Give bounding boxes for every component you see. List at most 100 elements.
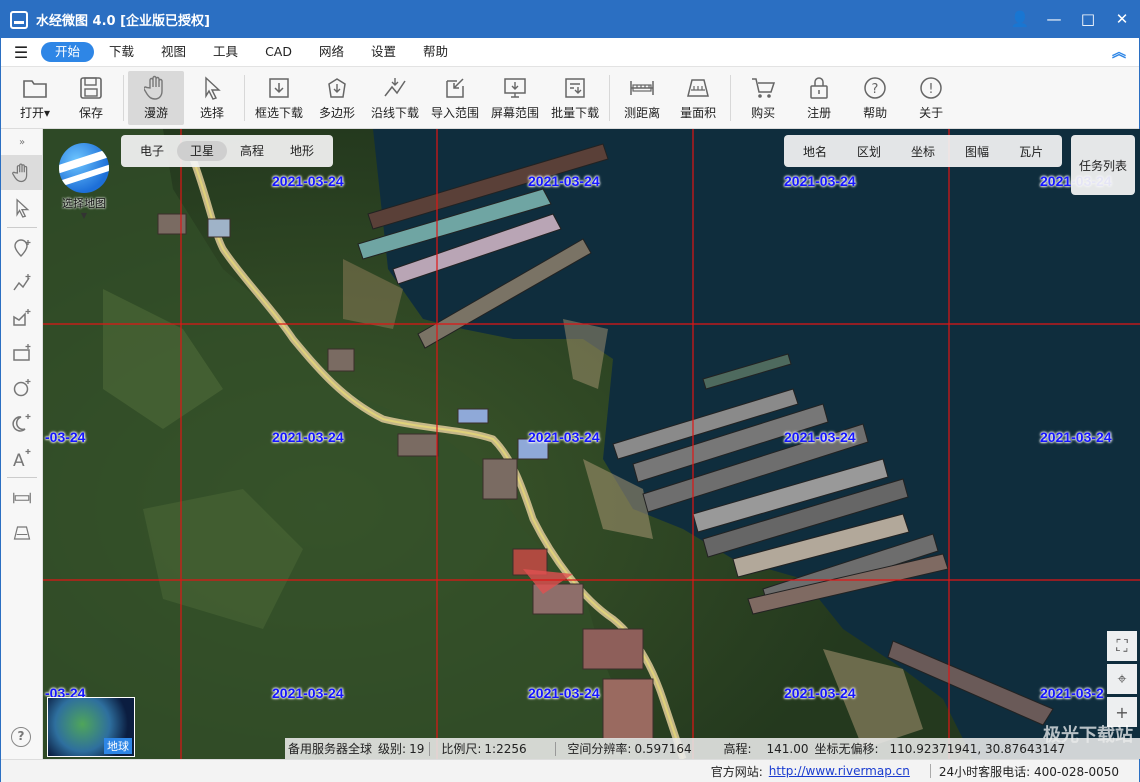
rect-download-button[interactable]: 框选下载 [249,71,309,125]
coord-label: 坐标无偏移: [814,742,879,756]
phone-text: 24小时客服电话: 400-028-0050 [938,764,1119,779]
help-icon: ? [862,75,888,101]
expand-sidebar-icon[interactable]: » [1,129,43,155]
add-rectangle-icon[interactable] [1,335,43,370]
measure-distance-label: 测距离 [624,105,661,120]
menu-network[interactable]: 网络 [307,42,356,62]
lock-icon [806,75,832,101]
layer-placenames[interactable]: 地名 [788,143,842,160]
measure-area-button[interactable]: 量面积 [670,71,726,125]
polyline-download-icon [382,75,408,101]
resolution-value: 0.597164 [634,741,692,756]
maximize-button[interactable]: □ [1071,1,1105,38]
buy-button[interactable]: 购买 [735,71,791,125]
map-type-electronic[interactable]: 电子 [127,141,177,161]
menu-help[interactable]: 帮助 [411,42,460,62]
minimize-button[interactable]: — [1037,1,1071,38]
add-arc-icon[interactable] [1,405,43,440]
polygon-download-button[interactable]: 多边形 [309,71,365,125]
svg-text:A: A [13,451,25,468]
pan-button[interactable]: 漫游 [128,70,184,125]
svg-text:?: ? [872,82,879,97]
map-view[interactable]: 2021-03-24 2021-03-24 2021-03-24 2021-03-24… [43,129,1140,759]
hamburger-menu-icon[interactable]: ☰ [1,43,41,62]
tile-date-label: 2021-03-24 [272,429,344,445]
menu-settings[interactable]: 设置 [359,42,408,62]
fullscreen-icon[interactable]: ⛶ [1107,631,1137,661]
register-button[interactable]: 注册 [791,71,847,125]
help-button[interactable]: ? 帮助 [847,71,903,125]
buy-label: 购买 [751,105,776,120]
menu-start[interactable]: 开始 [41,42,95,62]
select-tool-icon[interactable] [1,190,43,225]
polygon-download-icon [324,75,350,101]
save-button[interactable]: 保存 [63,71,119,125]
coord-value: 110.92371941, 30.87643147 [889,741,1066,756]
folder-icon [22,75,48,101]
collapse-ribbon-icon[interactable]: ︽ [1099,42,1139,62]
layer-switcher: 地名 区划 坐标 图幅 瓦片 [784,135,1063,167]
cart-icon [750,75,776,101]
layer-divisions[interactable]: 区划 [842,143,896,160]
layer-sheets[interactable]: 图幅 [950,143,1004,160]
menu-cad[interactable]: CAD [253,42,304,62]
open-label: 打开 [19,105,44,120]
ribbon-toolbar: 打开▾ 保存 漫游 选择 框选下载 多边形 沿线下载 导入范围 屏幕范围 批量下… [1,67,1139,129]
resolution-label: 空间分辨率: [567,742,632,756]
map-type-switcher: 电子 卫星 高程 地形 [121,135,334,167]
import-icon [442,75,468,101]
dropdown-arrow-icon: ▼ [80,211,88,220]
map-type-elevation[interactable]: 高程 [227,141,277,161]
ruler-icon [629,75,655,101]
select-map-button[interactable]: 选择地图 ▼ [55,143,113,221]
select-button[interactable]: 选择 [184,71,240,125]
globe-icon [59,143,109,193]
menu-download[interactable]: 下载 [97,42,146,62]
screen-icon [502,75,528,101]
add-text-icon[interactable]: A [1,440,43,475]
tile-date-label: 2021-03-24 [784,173,856,189]
add-marker-icon[interactable] [1,230,43,265]
help-circle-icon[interactable]: ? [11,727,31,747]
help-label: 帮助 [863,105,888,120]
map-controls: ⛶ ⌖ + [1107,631,1137,730]
screen-range-label: 屏幕范围 [491,105,540,120]
add-circle-icon[interactable] [1,370,43,405]
elevation-value: 141.00 [766,741,809,756]
layer-coordinates[interactable]: 坐标 [896,143,950,160]
menu-tools[interactable]: 工具 [201,42,250,62]
pan-tool-icon[interactable] [1,155,43,190]
level-value: 19 [409,741,425,756]
screen-range-button[interactable]: 屏幕范围 [485,71,545,125]
about-button[interactable]: ! 关于 [903,71,959,125]
map-status-bar: 备用服务器全球 级别: 19 比例尺: 1:2256 空间分辨率: 0.5971… [285,738,1140,759]
window-title: 水经微图 4.0 [企业版已授权] [36,14,210,29]
server-name: 备用服务器全球 [288,742,373,756]
user-icon[interactable]: 👤 [1003,1,1037,38]
batch-download-label: 批量下载 [551,105,600,120]
batch-download-button[interactable]: 批量下载 [545,71,605,125]
locate-icon[interactable]: ⌖ [1107,664,1137,694]
svg-text:!: ! [928,82,933,97]
measure-area-tool-icon[interactable] [1,515,43,550]
menu-view[interactable]: 视图 [149,42,198,62]
tile-date-label: 2021-03-24 [784,429,856,445]
site-link[interactable]: http://www.rivermap.cn [769,764,910,778]
app-window: 水经微图 4.0 [企业版已授权] 👤 — □ ✕ ☰ 开始 下载 视图 工具 … [0,0,1140,782]
task-list-button[interactable]: 任务列表 [1071,135,1135,195]
map-type-satellite[interactable]: 卫星 [177,141,228,161]
import-range-button[interactable]: 导入范围 [425,71,485,125]
add-polygon-icon[interactable] [1,300,43,335]
measure-distance-button[interactable]: 测距离 [614,71,670,125]
map-type-terrain[interactable]: 地形 [277,141,327,161]
rect-download-label: 框选下载 [255,105,304,120]
import-range-label: 导入范围 [431,105,480,120]
layer-tiles[interactable]: 瓦片 [1004,143,1058,160]
floppy-icon [78,75,104,101]
close-button[interactable]: ✕ [1105,1,1139,38]
open-button[interactable]: 打开▾ [7,71,63,125]
globe-minimap[interactable]: 地球 [47,697,135,757]
measure-distance-tool-icon[interactable] [1,480,43,515]
polyline-download-button[interactable]: 沿线下载 [365,71,425,125]
add-polyline-icon[interactable] [1,265,43,300]
